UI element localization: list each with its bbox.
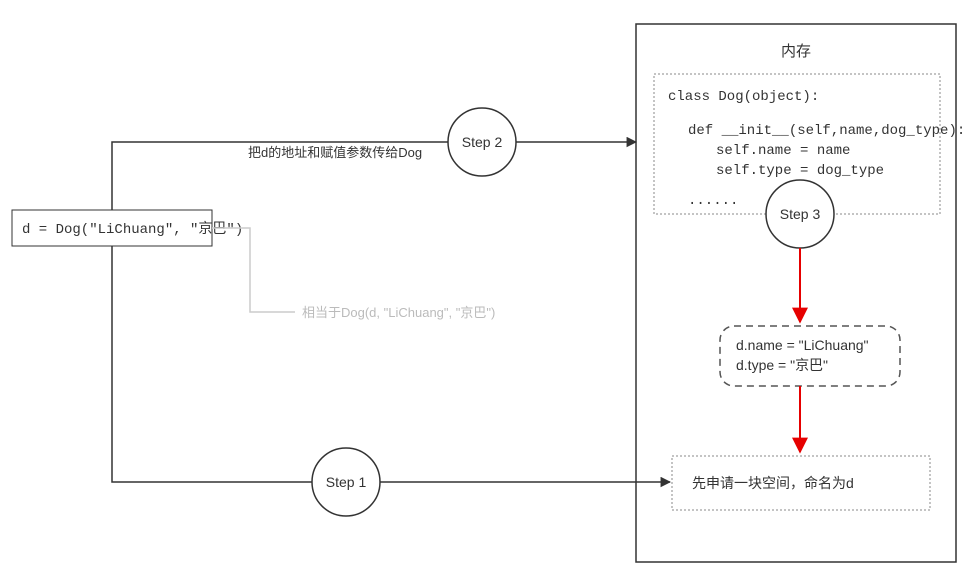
source-box-text: d = Dog("LiChuang", "京巴") bbox=[22, 221, 243, 238]
class-line5: ...... bbox=[688, 193, 738, 209]
class-line4: self.type = dog_type bbox=[716, 163, 884, 179]
attr-line1: d.name = "LiChuang" bbox=[736, 337, 869, 353]
diagram-canvas: d = Dog("LiChuang", "京巴") 把d的地址和赋值参数传给Do… bbox=[0, 0, 964, 567]
path-to-step1 bbox=[112, 246, 312, 482]
class-line1: class Dog(object): bbox=[668, 89, 819, 105]
faded-label: 相当于Dog(d, "LiChuang", "京巴") bbox=[302, 305, 495, 320]
class-line2: def __init__(self,name,dog_type): bbox=[688, 123, 964, 139]
faded-path bbox=[212, 228, 295, 312]
attrs-box bbox=[720, 326, 900, 386]
step3-label: Step 3 bbox=[780, 206, 821, 222]
step1-label: Step 1 bbox=[326, 474, 367, 490]
alloc-text: 先申请一块空间，命名为d bbox=[692, 475, 854, 491]
attr-line2: d.type = "京巴" bbox=[736, 357, 828, 373]
memory-title: 内存 bbox=[781, 43, 811, 60]
class-line3: self.name = name bbox=[716, 143, 850, 159]
top-path-label: 把d的地址和赋值参数传给Dog bbox=[248, 145, 422, 160]
step2-label: Step 2 bbox=[462, 134, 503, 150]
